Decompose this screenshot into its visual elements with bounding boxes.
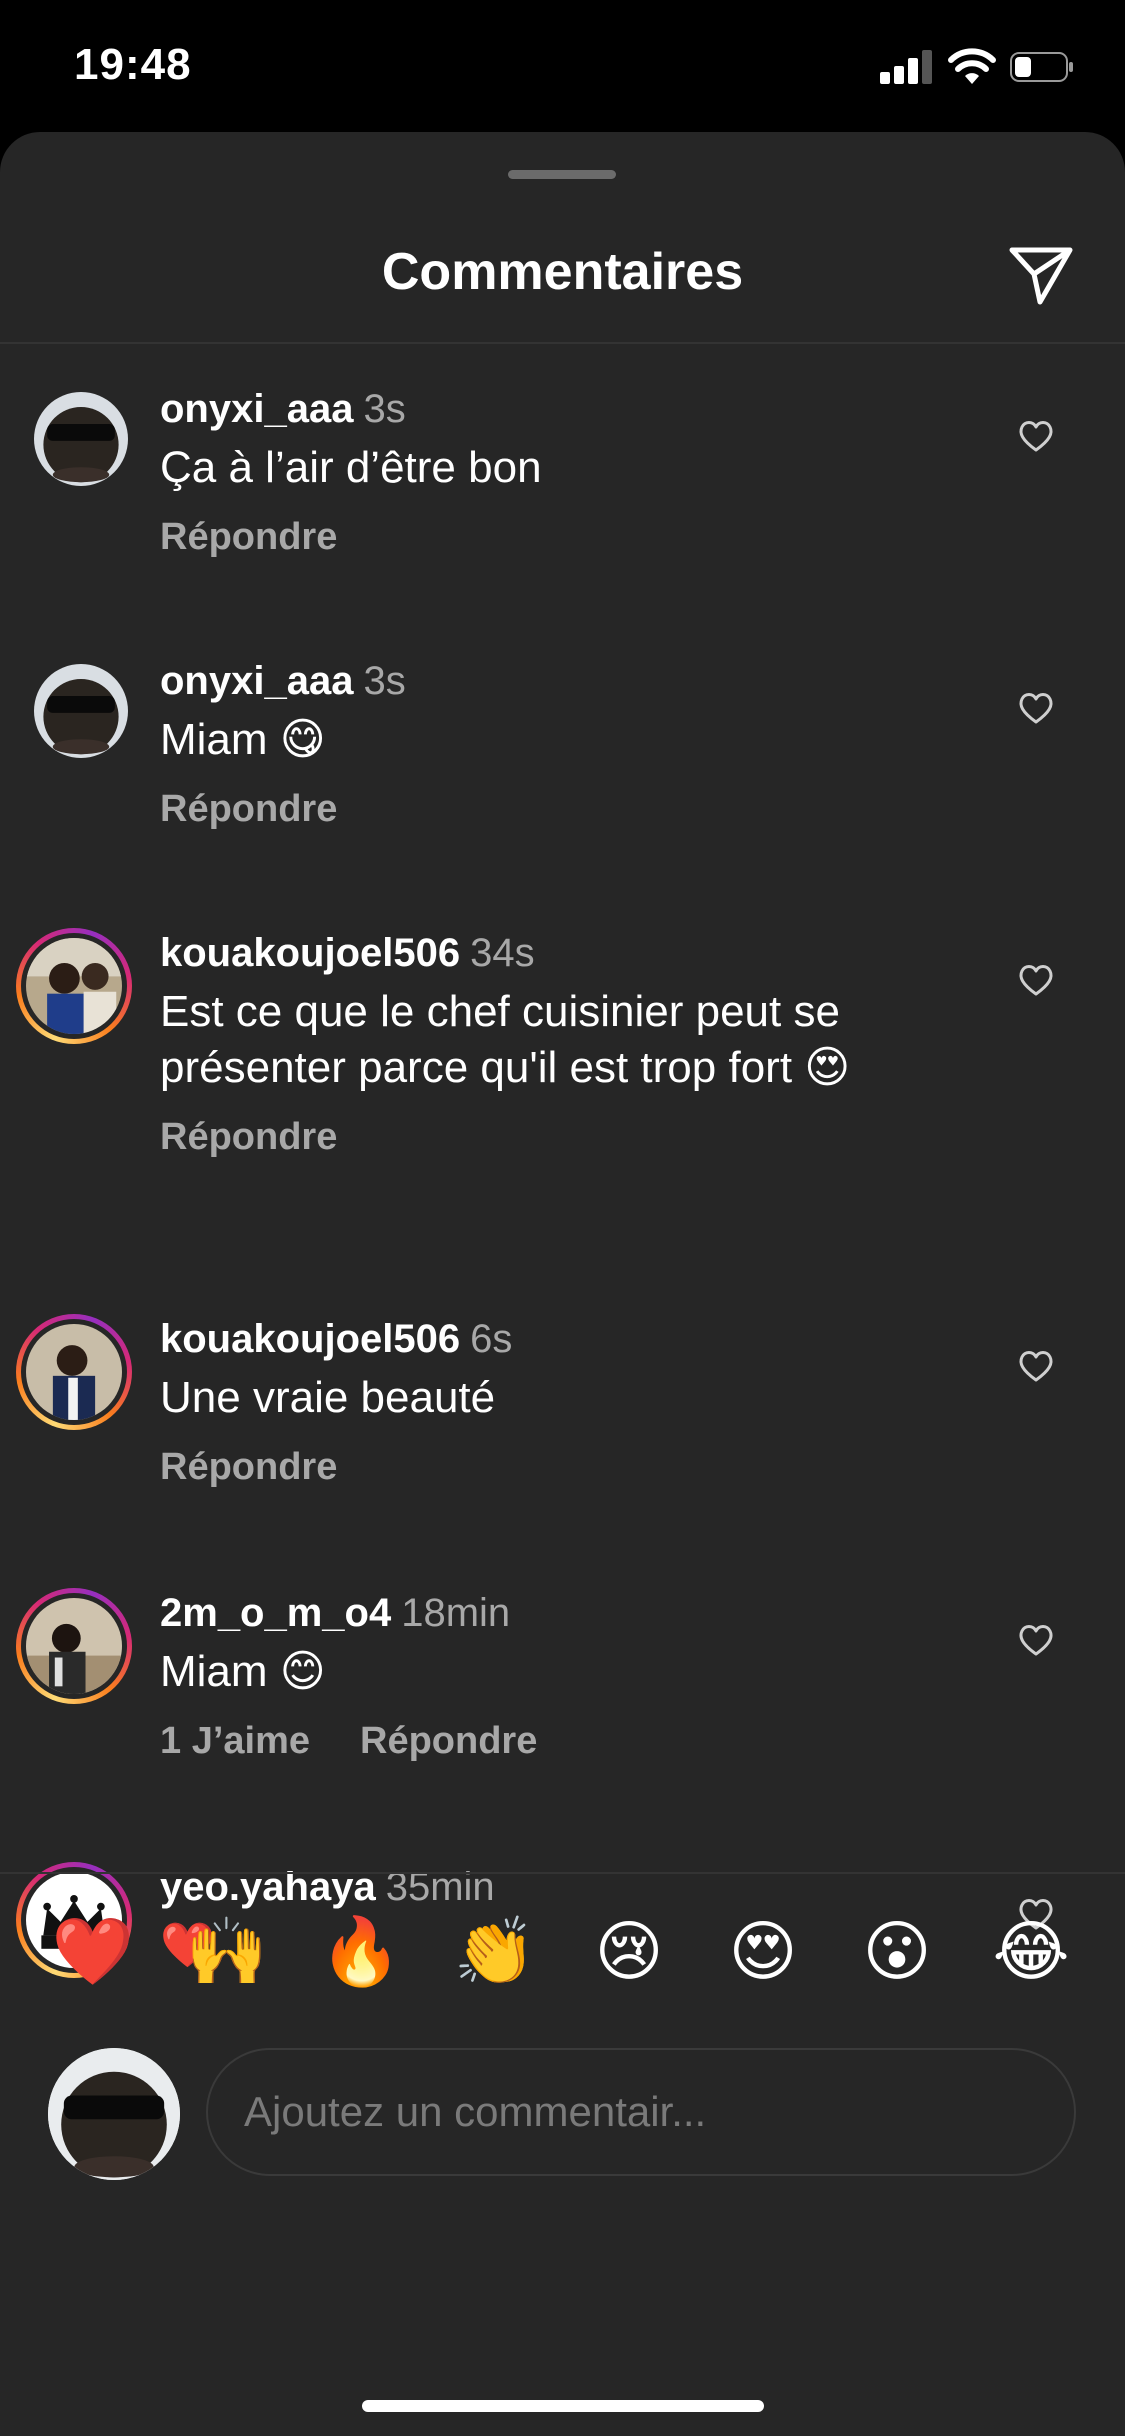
reaction-crying[interactable]: 😢 bbox=[584, 1906, 674, 1996]
reply-button[interactable]: Répondre bbox=[160, 516, 337, 559]
comment-username[interactable]: onyxi_aaa bbox=[160, 387, 353, 431]
sheet-grabber[interactable] bbox=[508, 170, 616, 179]
heart-icon[interactable] bbox=[1016, 688, 1056, 728]
comment-text: Miam 😊 bbox=[160, 1647, 326, 1696]
comment-username[interactable]: kouakoujoel506 bbox=[160, 1317, 460, 1361]
comment-input[interactable]: Ajoutez un commentair... bbox=[206, 2048, 1076, 2176]
status-time: 19:48 bbox=[74, 40, 192, 89]
comment-username[interactable]: onyxi_aaa bbox=[160, 659, 353, 703]
likes-count[interactable]: 1 J’aime bbox=[160, 1720, 310, 1763]
status-bar: 19:48 bbox=[0, 0, 1125, 130]
comment-username[interactable]: 2m_o_m_o4 bbox=[160, 1591, 391, 1635]
page-title: Commentaires bbox=[381, 243, 744, 301]
comment-text: Miam 😋 bbox=[160, 715, 326, 764]
reaction-heart[interactable]: ❤️ bbox=[48, 1906, 138, 1996]
heart-icon[interactable] bbox=[1016, 960, 1056, 1000]
heart-icon[interactable] bbox=[1016, 1620, 1056, 1660]
heart-icon[interactable] bbox=[1016, 416, 1056, 456]
reaction-heart-eyes[interactable]: 😍 bbox=[718, 1906, 808, 1996]
wifi-icon bbox=[948, 48, 996, 84]
reaction-fire[interactable]: 🔥 bbox=[316, 1906, 406, 1996]
avatar[interactable] bbox=[20, 656, 128, 764]
reaction-laughing[interactable]: 😂 bbox=[986, 1906, 1076, 1996]
comment-list[interactable]: onyxi_aaa 3s Ça à l’air d’être bon Répond… bbox=[0, 344, 1125, 2004]
quick-reactions-bar: ❤️ 🙌 🔥 👏 😢 😍 😮 😂 bbox=[0, 1906, 1125, 2006]
reply-button[interactable]: Répondre bbox=[160, 1446, 337, 1489]
reply-button[interactable]: Répondre bbox=[160, 1116, 337, 1159]
reaction-clap[interactable]: 👏 bbox=[450, 1906, 540, 1996]
comment-time: 3s bbox=[363, 659, 406, 703]
avatar[interactable] bbox=[16, 928, 132, 1044]
home-indicator bbox=[362, 2400, 764, 2412]
heart-icon[interactable] bbox=[1016, 1346, 1056, 1386]
comment-text: Est ce que le chef cuisinier peut se pré… bbox=[160, 987, 851, 1092]
send-icon[interactable] bbox=[1006, 238, 1076, 308]
comment-username[interactable]: kouakoujoel506 bbox=[160, 931, 460, 975]
reaction-raised-hands[interactable]: 🙌 bbox=[182, 1906, 272, 1996]
avatar[interactable] bbox=[20, 384, 128, 492]
reaction-divider bbox=[0, 1872, 1125, 1874]
reply-button[interactable]: Répondre bbox=[360, 1720, 537, 1763]
reaction-surprised[interactable]: 😮 bbox=[852, 1906, 942, 1996]
avatar[interactable] bbox=[16, 1314, 132, 1430]
comment-text: Une vraie beauté bbox=[160, 1373, 496, 1422]
comment-text: Ça à l’air d’être bon bbox=[160, 443, 542, 492]
comment-time: 18min bbox=[401, 1591, 511, 1635]
reply-button[interactable]: Répondre bbox=[160, 788, 337, 831]
battery-icon bbox=[1010, 52, 1073, 82]
comment-time: 34s bbox=[470, 931, 535, 975]
comment-time: 6s bbox=[470, 1317, 513, 1361]
signal-icon bbox=[880, 50, 934, 84]
current-user-avatar bbox=[48, 2048, 180, 2180]
avatar[interactable] bbox=[16, 1588, 132, 1704]
comment-time: 3s bbox=[363, 387, 406, 431]
